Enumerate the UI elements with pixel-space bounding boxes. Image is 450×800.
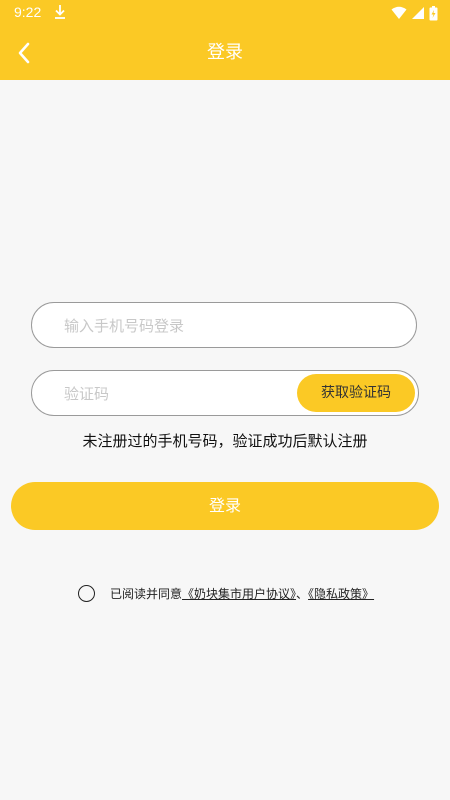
download-icon (55, 5, 65, 19)
login-button[interactable]: 登录 (11, 482, 439, 530)
agreement-prefix: 已阅读并同意 (110, 586, 183, 601)
privacy-policy-link[interactable]: 《隐私政策》 (308, 587, 374, 601)
battery-charging-icon (429, 5, 438, 20)
agreement-checkbox[interactable] (78, 584, 95, 602)
agreement-row: 已阅读并同意《奶块集市用户协议》、《隐私政策》 (78, 583, 374, 603)
status-icons (391, 5, 438, 21)
phone-input-container (31, 302, 417, 349)
wifi-icon (391, 6, 407, 19)
user-agreement-link[interactable]: 《奶块集市用户协议》 (182, 587, 296, 601)
status-bar: 9:22 (0, 0, 450, 25)
app-bar: 登录 (0, 25, 450, 80)
get-code-button[interactable]: 获取验证码 (297, 374, 415, 412)
page-title: 登录 (207, 42, 243, 63)
signal-icon (412, 7, 424, 19)
chevron-left-icon (18, 42, 30, 64)
back-button[interactable] (10, 39, 38, 67)
status-time: 9:22 (14, 4, 42, 20)
verification-code-input[interactable] (62, 371, 286, 417)
agreement-separator: 、 (296, 586, 309, 601)
code-input-container: 获取验证码 (31, 370, 419, 417)
agreement-text: 已阅读并同意《奶块集市用户协议》、《隐私政策》 (110, 585, 374, 602)
register-hint: 未注册过的手机号码，验证成功后默认注册 (82, 432, 368, 450)
phone-input[interactable] (62, 303, 396, 349)
